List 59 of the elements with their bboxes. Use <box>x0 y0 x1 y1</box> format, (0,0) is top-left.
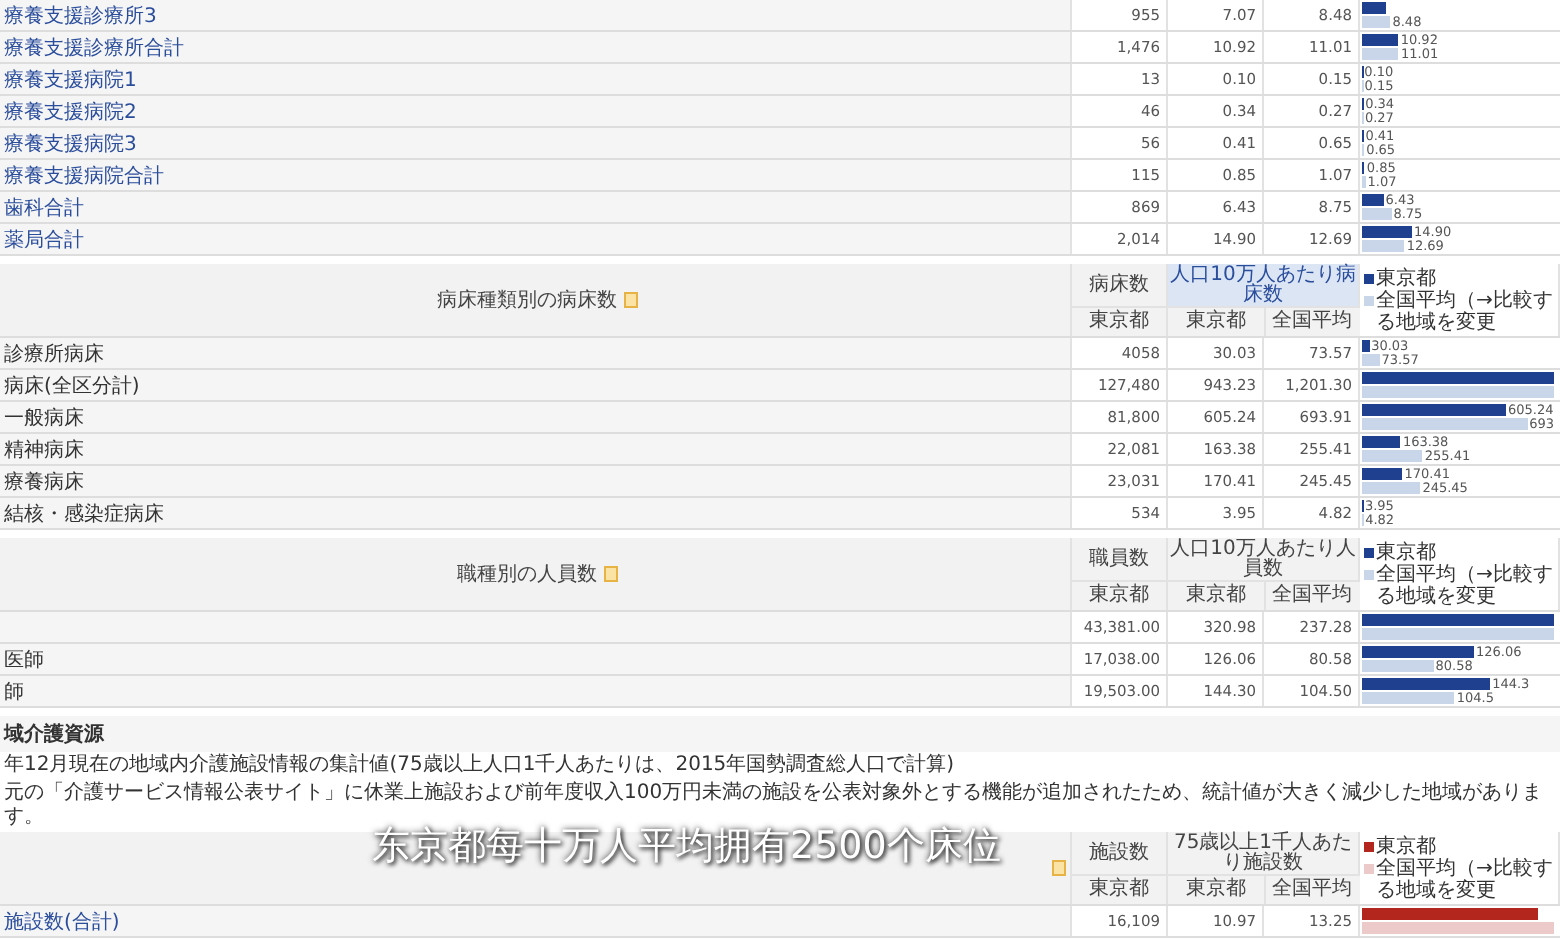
table-title: 職種別の人員数 <box>457 561 597 588</box>
region-bar <box>1362 646 1474 658</box>
column-subheader: 東京都 <box>1072 876 1168 904</box>
row-label: 医師 <box>4 647 44 673</box>
legend-label: 東京都 <box>1376 835 1436 857</box>
note-text: 元の「介護サービス情報公表サイト」に休業上施設および前年度収入100万円未満の施設を公表対象外とする機能が追加されたため、統計値が大きく減少した地域があります。 <box>2 780 1545 828</box>
row-label: 結核・感染症病床 <box>4 501 164 527</box>
video-subtitle: 东京都每十万人平均拥有2500个床位 <box>372 822 1001 872</box>
legend-link[interactable]: 全国平均（→比較する地域を変更 <box>1376 289 1558 333</box>
note-icon <box>603 566 617 582</box>
national-bar <box>1362 208 1392 220</box>
national-bar <box>1362 48 1399 60</box>
national-bar <box>1362 660 1434 672</box>
region-bar <box>1362 436 1401 448</box>
row-label: 精神病床 <box>4 437 84 463</box>
row-label: 病床(全区分計) <box>4 373 140 399</box>
table-title: 病床種類別の病床数 <box>437 287 617 314</box>
column-subheader: 東京都 <box>1168 876 1266 904</box>
national-bar <box>1362 240 1405 252</box>
column-subheader: 東京都 <box>1168 308 1266 336</box>
row-label: 師 <box>4 679 24 705</box>
note-text: 年12月現在の地域内介護施設情報の集計値(75歳以上人口1千人あたりは、2015年国勢調査総人口で計算) <box>2 752 957 780</box>
region-bar <box>1362 340 1370 352</box>
column-subheader: 東京都 <box>1072 582 1168 610</box>
national-bar <box>1362 354 1380 366</box>
note-icon <box>1052 860 1066 876</box>
column-header: 施設数 <box>1072 832 1168 876</box>
legend-link[interactable]: 全国平均（→比較する地域を変更 <box>1376 857 1558 901</box>
section-title: 域介護資源 <box>0 716 1560 752</box>
row-link[interactable]: 施設数(合計) <box>4 907 120 935</box>
row-label: 一般病床 <box>4 405 84 431</box>
column-header: 職員数 <box>1072 538 1168 582</box>
legend-label: 東京都 <box>1376 267 1436 289</box>
national-bar <box>1362 692 1455 704</box>
row-link[interactable]: 療養支援病院2 <box>4 97 137 125</box>
legend-label: 東京都 <box>1376 541 1436 563</box>
row-link[interactable]: 療養支援病院3 <box>4 129 137 157</box>
region-bar <box>1362 468 1403 480</box>
row-link[interactable]: 療養支援病院合計 <box>4 161 164 189</box>
region-bar <box>1362 194 1384 206</box>
region-bar <box>1362 226 1413 238</box>
region-bar <box>1362 2 1386 14</box>
row-link[interactable]: 療養支援診療所3 <box>4 1 157 29</box>
row-link[interactable]: 療養支援病院1 <box>4 65 137 93</box>
row-label: 診療所病床 <box>4 341 104 367</box>
column-subheader: 東京都 <box>1168 582 1266 610</box>
column-subheader: 東京都 <box>1072 308 1168 336</box>
national-bar <box>1362 16 1391 28</box>
national-bar <box>1362 482 1421 494</box>
national-bar <box>1362 450 1423 462</box>
note-icon <box>623 292 637 308</box>
region-bar <box>1362 678 1491 690</box>
legend-link[interactable]: 全国平均（→比較する地域を変更 <box>1376 563 1558 607</box>
row-link[interactable]: 療養支援診療所合計 <box>4 33 184 61</box>
region-bar <box>1362 34 1399 46</box>
column-header: 人口10万人あたり病床数 <box>1168 264 1360 308</box>
row-link[interactable]: 歯科合計 <box>4 193 84 221</box>
row-link[interactable]: 薬局合計 <box>4 225 84 253</box>
row-label: 療養病床 <box>4 469 84 495</box>
